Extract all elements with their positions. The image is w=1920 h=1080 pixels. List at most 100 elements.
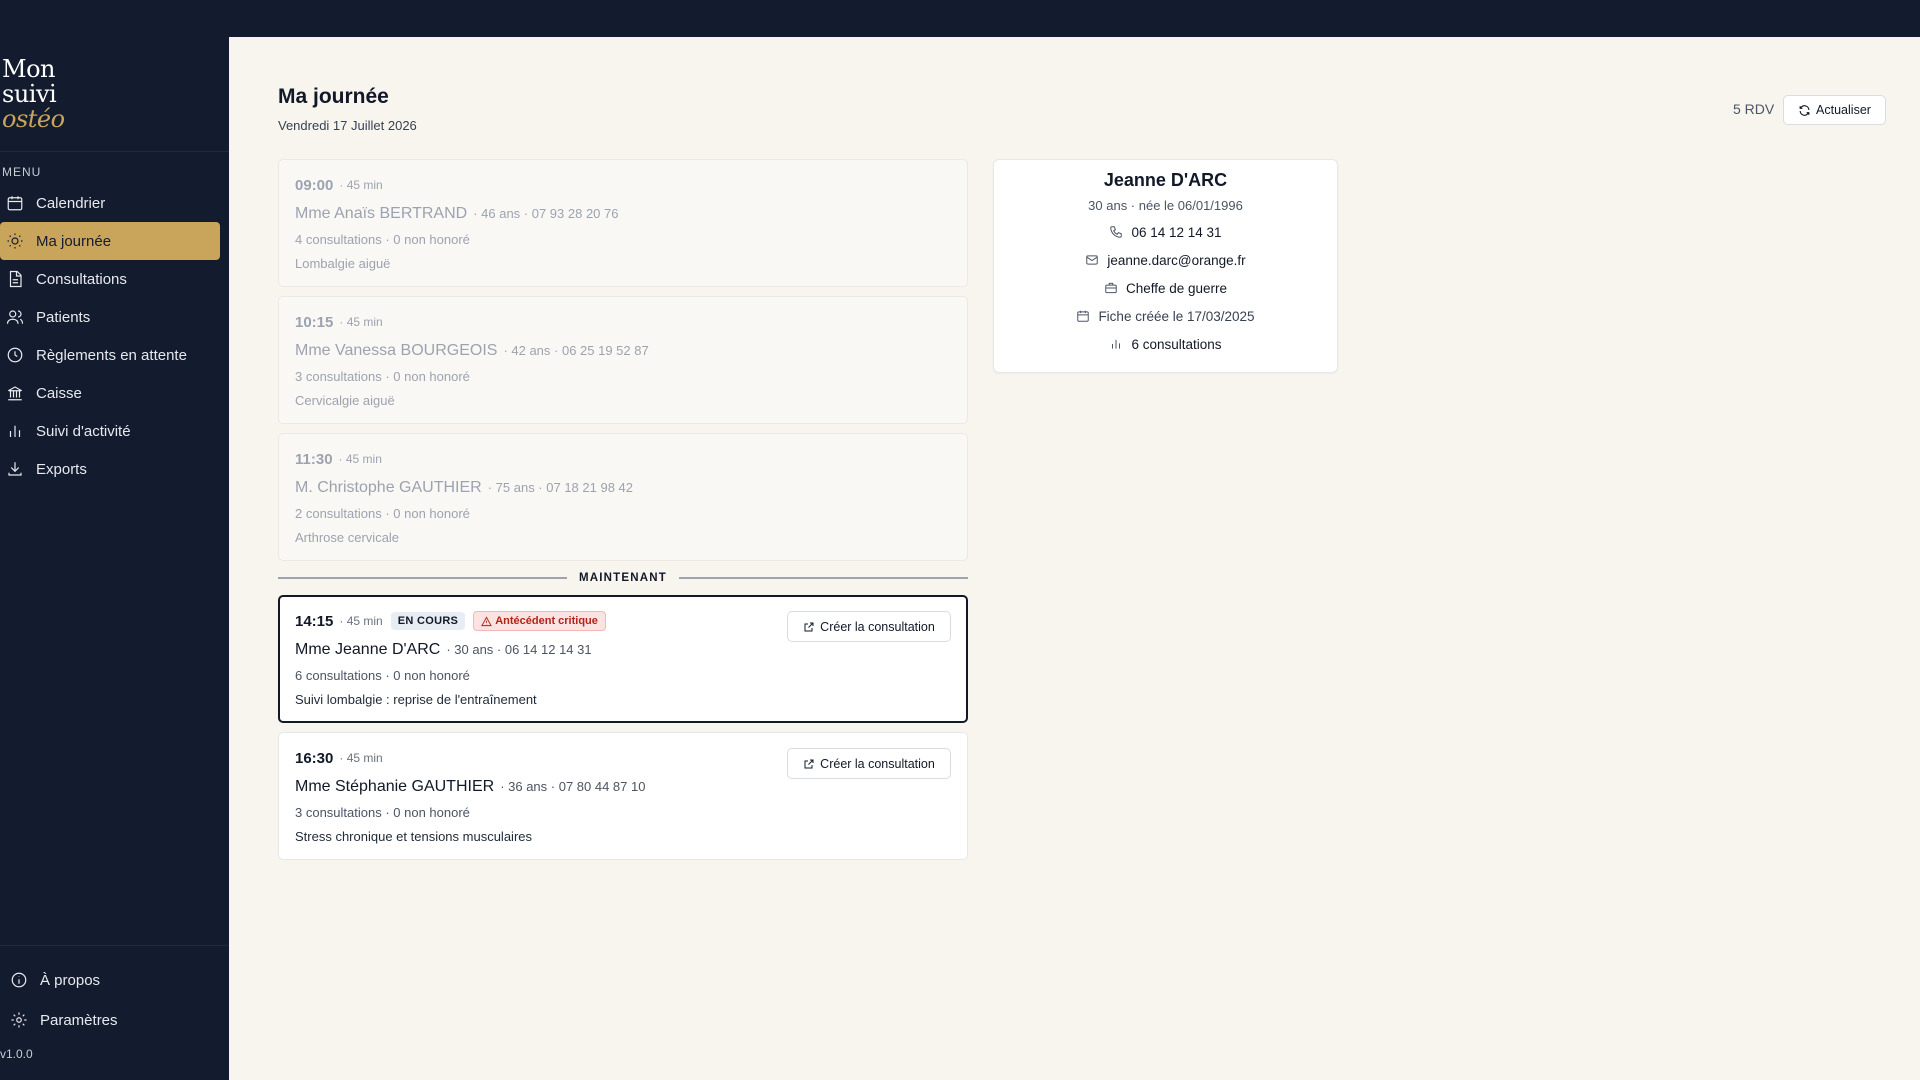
sidebar-item-a-propos[interactable]: À propos xyxy=(0,960,229,1000)
sidebar-item-patients[interactable]: Patients xyxy=(0,298,229,336)
alert-badge: Antécédent critique xyxy=(473,611,606,631)
patient-meta: · 75 ans · 07 18 21 98 42 xyxy=(487,480,633,495)
create-consultation-button[interactable]: Créer la consultation xyxy=(787,748,951,779)
panel-email-value: jeanne.darc@orange.fr xyxy=(1107,252,1246,268)
external-link-icon xyxy=(804,622,814,631)
divider-line xyxy=(679,577,968,579)
patient-meta: · 30 ans · 06 14 12 14 31 xyxy=(446,642,592,657)
status-badge: EN COURS xyxy=(390,612,466,630)
rdv-count: 5 RDV xyxy=(1733,101,1775,117)
top-bar xyxy=(0,0,1920,37)
mail-icon xyxy=(1086,255,1099,265)
sidebar-nav: Calendrier Ma journée Consultations Pati… xyxy=(0,184,229,488)
panel-job: Cheffe de guerre xyxy=(994,279,1337,297)
sidebar-item-label: Ma journée xyxy=(36,232,112,250)
create-consultation-label: Créer la consultation xyxy=(820,619,935,634)
appointment-card-current[interactable]: 14:15 · 45 min EN COURS Antécédent criti… xyxy=(278,595,968,723)
sidebar-item-parametres[interactable]: Paramètres xyxy=(0,1000,229,1040)
menu-label: MENU xyxy=(2,165,42,179)
sun-icon xyxy=(6,232,24,250)
clock-icon xyxy=(6,346,24,364)
patient-panel: Jeanne D'ARC 30 ans · née le 06/01/1996 … xyxy=(993,159,1338,373)
patient-stats: 3 consultations · 0 non honoré xyxy=(295,369,470,384)
patient-name: M. Christophe GAUTHIER xyxy=(295,479,482,496)
app-logo[interactable]: Mon suivi ostéo xyxy=(2,57,65,132)
document-icon xyxy=(6,270,24,288)
sidebar-item-label: Suivi d'activité xyxy=(36,422,131,440)
sidebar-item-consultations[interactable]: Consultations xyxy=(0,260,229,298)
sidebar-divider xyxy=(0,945,229,946)
sidebar-item-label: Exports xyxy=(36,460,87,478)
appointment-card[interactable]: 09:00 · 45 min Mme Anaïs BERTRAND · 46 a… xyxy=(278,159,968,287)
sidebar-item-label: Caisse xyxy=(36,384,82,402)
phone-icon xyxy=(1110,226,1123,238)
panel-age-birth: 30 ans · née le 06/01/1996 xyxy=(1088,198,1243,213)
appointment-list: 09:00 · 45 min Mme Anaïs BERTRAND · 46 a… xyxy=(278,159,968,869)
logo-divider xyxy=(0,151,229,152)
appointment-duration: · 45 min xyxy=(339,614,383,628)
sidebar-item-ma-journee[interactable]: Ma journée xyxy=(0,222,220,260)
appointment-duration: · 45 min xyxy=(339,315,383,329)
divider-line xyxy=(278,577,567,579)
bar-chart-icon xyxy=(6,422,24,440)
download-icon xyxy=(6,460,24,478)
refresh-button[interactable]: Actualiser xyxy=(1783,95,1886,125)
gear-icon xyxy=(10,1011,28,1029)
appointment-reason: Cervicalgie aiguë xyxy=(295,393,395,408)
panel-created-value: Fiche créée le 17/03/2025 xyxy=(1098,308,1255,324)
refresh-label: Actualiser xyxy=(1816,103,1871,117)
sidebar-item-label: Consultations xyxy=(36,270,127,288)
panel-consultations-value: 6 consultations xyxy=(1131,336,1222,352)
panel-phone[interactable]: 06 14 12 14 31 xyxy=(994,223,1337,241)
appointment-duration: · 45 min xyxy=(339,178,383,192)
external-link-icon xyxy=(804,759,814,768)
appointment-reason: Lombalgie aiguë xyxy=(295,256,391,271)
warning-icon xyxy=(481,615,493,626)
patient-name: Mme Jeanne D'ARC xyxy=(295,641,441,658)
panel-job-value: Cheffe de guerre xyxy=(1125,280,1228,296)
sidebar-item-calendrier[interactable]: Calendrier xyxy=(0,184,229,222)
now-divider: MAINTENANT xyxy=(278,561,968,595)
patient-meta: · 46 ans · 07 93 28 20 76 xyxy=(473,206,619,221)
sidebar-item-exports[interactable]: Exports xyxy=(0,450,229,488)
create-consultation-button[interactable]: Créer la consultation xyxy=(787,611,951,642)
panel-consultations: 6 consultations xyxy=(994,335,1337,353)
appointment-card[interactable]: 10:15 · 45 min Mme Vanessa BOURGEOIS · 4… xyxy=(278,296,968,424)
patient-meta: · 36 ans · 07 80 44 87 10 xyxy=(500,779,646,794)
panel-created: Fiche créée le 17/03/2025 xyxy=(994,307,1337,325)
sidebar-bottom: À propos Paramètres xyxy=(0,960,229,1040)
sidebar-item-label: Patients xyxy=(36,308,91,326)
page-date: Vendredi 17 Juillet 2026 xyxy=(278,118,417,133)
appointment-time: 14:15 xyxy=(295,612,334,630)
appointment-card[interactable]: 16:30 · 45 min Mme Stéphanie GAUTHIER · … xyxy=(278,732,968,860)
now-label: MAINTENANT xyxy=(578,572,668,584)
logo-line-3: ostéo xyxy=(2,105,65,133)
calendar-icon xyxy=(6,194,24,212)
patient-stats: 6 consultations · 0 non honoré xyxy=(295,668,470,683)
appointment-card[interactable]: 11:30 · 45 min M. Christophe GAUTHIER · … xyxy=(278,433,968,561)
patient-stats: 2 consultations · 0 non honoré xyxy=(295,506,470,521)
sidebar-item-reglements[interactable]: Règlements en attente xyxy=(0,336,229,374)
panel-patient-name: Jeanne D'ARC xyxy=(1103,170,1228,190)
info-icon xyxy=(10,971,28,989)
panel-email[interactable]: jeanne.darc@orange.fr xyxy=(994,251,1337,269)
appointment-duration: · 45 min xyxy=(339,751,383,765)
alert-badge-label: Antécédent critique xyxy=(495,615,598,627)
appointment-time: 16:30 xyxy=(295,749,334,767)
patient-name: Mme Vanessa BOURGEOIS xyxy=(295,342,498,359)
panel-phone-value: 06 14 12 14 31 xyxy=(1131,224,1222,240)
patient-stats: 3 consultations · 0 non honoré xyxy=(295,805,470,820)
sidebar-item-label: Calendrier xyxy=(36,194,106,212)
sidebar-item-caisse[interactable]: Caisse xyxy=(0,374,229,412)
appointment-reason: Arthrose cervicale xyxy=(295,530,400,545)
briefcase-icon xyxy=(1105,282,1117,294)
appointment-time: 10:15 xyxy=(295,313,334,331)
appointment-reason: Stress chronique et tensions musculaires xyxy=(295,829,533,844)
patient-name: Mme Anaïs BERTRAND xyxy=(295,205,468,222)
logo-line-1: Mon xyxy=(2,55,55,83)
sidebar-item-suivi-activite[interactable]: Suivi d'activité xyxy=(0,412,229,450)
app-version: v1.0.0 xyxy=(0,1047,33,1061)
bank-icon xyxy=(6,384,24,402)
sidebar-item-label: À propos xyxy=(40,971,101,989)
appointment-time: 11:30 xyxy=(295,450,333,468)
